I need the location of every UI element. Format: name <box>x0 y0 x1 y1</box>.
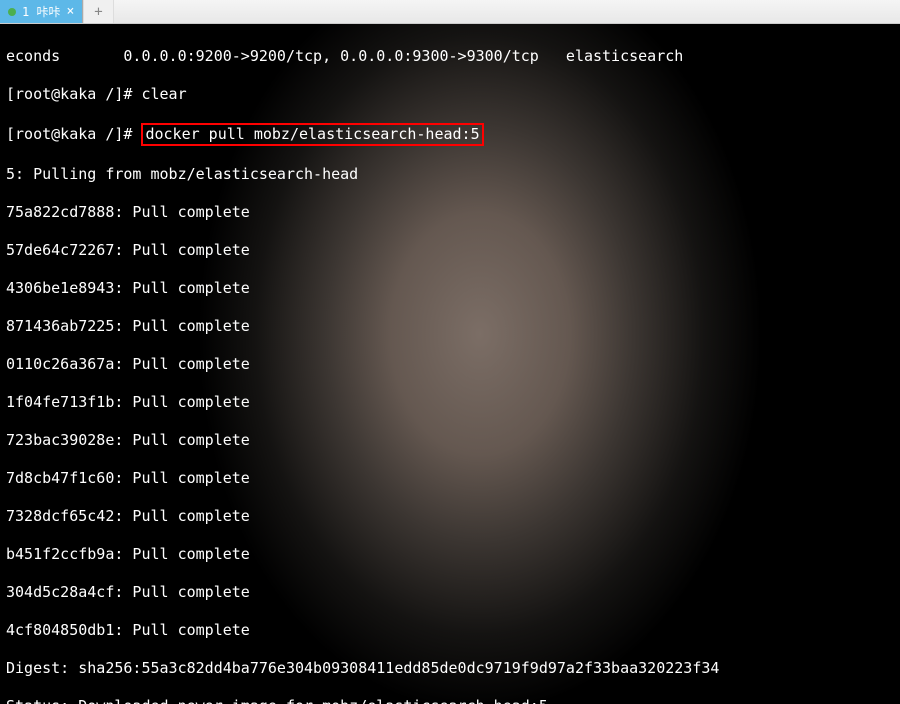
output-line: 304d5c28a4cf: Pull complete <box>6 583 894 602</box>
output-line: 5: Pulling from mobz/elasticsearch-head <box>6 165 894 184</box>
output-line: 75a822cd7888: Pull complete <box>6 203 894 222</box>
terminal-tab[interactable]: 1 咔咔 × <box>0 0 83 23</box>
prompt: [root@kaka /]# <box>6 125 141 143</box>
output-line: 0110c26a367a: Pull complete <box>6 355 894 374</box>
output-line: 1f04fe713f1b: Pull complete <box>6 393 894 412</box>
output-line: 7d8cb47f1c60: Pull complete <box>6 469 894 488</box>
connection-status-icon <box>8 8 16 16</box>
output-line: 4306be1e8943: Pull complete <box>6 279 894 298</box>
highlighted-command: docker pull mobz/elasticsearch-head:5 <box>141 123 483 146</box>
output-line: [root@kaka /]# docker pull mobz/elastics… <box>6 123 894 146</box>
output-line: b451f2ccfb9a: Pull complete <box>6 545 894 564</box>
output-line: 7328dcf65c42: Pull complete <box>6 507 894 526</box>
tab-bar: 1 咔咔 × + <box>0 0 900 24</box>
output-line: 57de64c72267: Pull complete <box>6 241 894 260</box>
output-line: econds 0.0.0.0:9200->9200/tcp, 0.0.0.0:9… <box>6 47 894 66</box>
terminal-output[interactable]: econds 0.0.0.0:9200->9200/tcp, 0.0.0.0:9… <box>0 24 900 704</box>
add-tab-button[interactable]: + <box>83 0 113 23</box>
output-line: Status: Downloaded newer image for mobz/… <box>6 697 894 704</box>
output-line: 871436ab7225: Pull complete <box>6 317 894 336</box>
output-line: 4cf804850db1: Pull complete <box>6 621 894 640</box>
output-line: 723bac39028e: Pull complete <box>6 431 894 450</box>
output-line: [root@kaka /]# clear <box>6 85 894 104</box>
plus-icon: + <box>94 4 102 20</box>
output-line: Digest: sha256:55a3c82dd4ba776e304b09308… <box>6 659 894 678</box>
tab-title: 1 咔咔 <box>22 3 60 20</box>
close-icon[interactable]: × <box>66 4 74 19</box>
